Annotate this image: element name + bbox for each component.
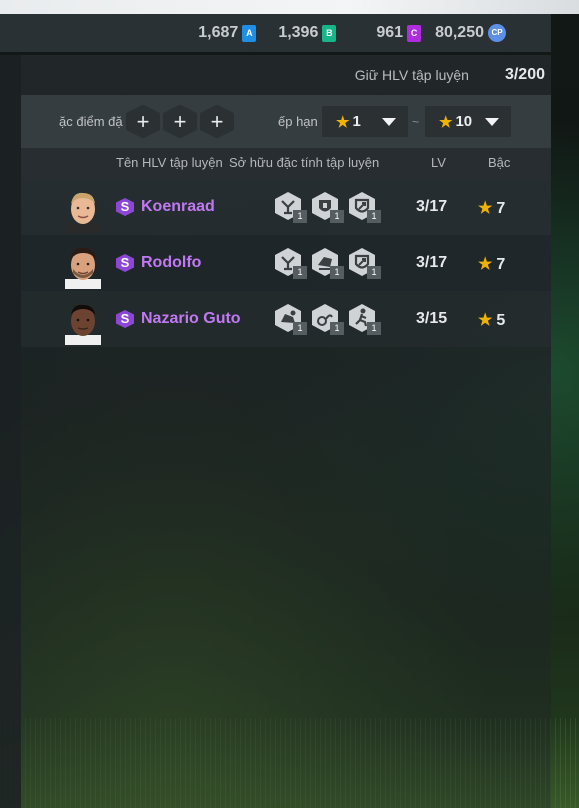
shield-lock-icon[interactable]: 1 [310, 191, 344, 223]
top-background [0, 0, 579, 14]
trait-level: 1 [330, 266, 344, 279]
runner-icon[interactable]: 1 [347, 303, 381, 335]
grade-s-badge: S [116, 198, 134, 216]
star-icon: ★ [336, 113, 350, 131]
coach-portrait [65, 304, 101, 345]
currency-b-value: 1,396 [278, 24, 319, 41]
grade-s-badge: S [116, 310, 134, 328]
star-icon: ★ [478, 200, 493, 217]
coach-level: 3/15 [416, 310, 448, 327]
column-rank-header[interactable]: Bậc [488, 155, 510, 170]
trait-level: 1 [367, 210, 381, 223]
whistle-coach-icon[interactable]: 1 [273, 191, 307, 223]
whistle-coach-icon[interactable]: 1 [273, 247, 307, 279]
shield-arrow-icon[interactable]: 1 [347, 247, 381, 279]
filter-bar: ặc điểm đặc + + + ếp hạng ★ 1 ~ ★ 10 [21, 95, 551, 148]
trait-filter-label: ặc điểm đặc [59, 114, 123, 129]
coach-rank-value: 5 [496, 312, 506, 329]
column-name-header[interactable]: Tên HLV tập luyện [116, 155, 223, 170]
column-lv-header[interactable]: LV [431, 155, 446, 170]
caret-down-icon [485, 118, 500, 126]
add-trait-filter-button-3[interactable]: + [200, 104, 234, 139]
star-icon: ★ [478, 312, 493, 329]
trait-level: 1 [367, 322, 381, 335]
rank-max-select[interactable]: ★ 10 [425, 106, 512, 137]
coach-portrait [65, 247, 101, 289]
currency-cp: 80,250 CP [435, 24, 506, 42]
table-row[interactable]: S Rodolfo 1 1 1 3/17 ★ 7 [21, 235, 551, 291]
currency-c-icon: C [407, 24, 422, 42]
trait-level: 1 [293, 322, 307, 335]
rank-max-value: 10 [455, 113, 473, 130]
coach-rank: ★ 5 [478, 310, 505, 330]
currency-a: 1,687 A [198, 24, 257, 42]
currency-a-value: 1,687 [198, 24, 239, 41]
coach-rank: ★ 7 [478, 198, 505, 218]
coach-name: Rodolfo [141, 254, 202, 271]
coach-capacity-label: Giữ HLV tập luyện [354, 67, 469, 83]
table-header: Tên HLV tập luyện Sở hữu đặc tính tập lu… [21, 148, 551, 179]
add-trait-filter-button-1[interactable]: + [126, 104, 160, 139]
table-row[interactable]: S Nazario Guto 1 1 1 3/15 ★ 5 [21, 291, 551, 347]
coach-capacity-value: 3/200 [504, 66, 545, 83]
coach-capacity-row: Giữ HLV tập luyện 3/200 [21, 55, 551, 95]
trait-level: 1 [293, 266, 307, 279]
boot-kick-icon[interactable]: 1 [273, 303, 307, 335]
dribble-icon[interactable]: 1 [310, 303, 344, 335]
coach-level: 3/17 [416, 254, 448, 271]
coach-portrait [65, 192, 101, 233]
coach-name: Koenraad [141, 198, 215, 215]
left-side-panel [0, 55, 21, 808]
caret-down-icon [382, 118, 396, 126]
coach-rank-value: 7 [496, 256, 506, 273]
currency-c: 961 C [376, 24, 422, 42]
trait-level: 1 [293, 210, 307, 223]
trait-list: 1 1 1 [273, 303, 384, 335]
rank-min-select[interactable]: ★ 1 [322, 106, 408, 137]
currency-a-icon: A [242, 24, 257, 42]
currency-c-value: 961 [376, 24, 404, 41]
shield-arrow-icon[interactable]: 1 [347, 191, 381, 223]
cp-coin-icon: CP [488, 24, 506, 42]
trait-level: 1 [330, 322, 344, 335]
rank-min-value: 1 [352, 113, 361, 130]
grade-s-badge: S [116, 254, 134, 272]
currency-b: 1,396 B [278, 24, 337, 42]
coach-level: 3/17 [416, 198, 448, 215]
rank-filter-label: ếp hạng [278, 114, 318, 129]
coach-rank: ★ 7 [478, 254, 505, 274]
coach-rank-value: 7 [496, 200, 506, 217]
table-row[interactable]: S Koenraad 1 1 1 3/17 ★ 7 [21, 179, 551, 235]
star-icon: ★ [439, 113, 453, 131]
column-traits-header: Sở hữu đặc tính tập luyện [229, 155, 380, 170]
trait-list: 1 1 1 [273, 191, 384, 223]
trait-level: 1 [330, 210, 344, 223]
currency-bar: 1,687 A 1,396 B 961 C 80,250 CP [0, 14, 551, 52]
currency-cp-value: 80,250 [435, 24, 484, 41]
coach-name: Nazario Guto [141, 310, 241, 327]
boot-tackle-icon[interactable]: 1 [310, 247, 344, 279]
currency-b-icon: B [322, 24, 337, 42]
add-trait-filter-button-2[interactable]: + [163, 104, 197, 139]
star-icon: ★ [478, 256, 493, 273]
trait-level: 1 [367, 266, 381, 279]
range-separator: ~ [412, 114, 420, 129]
trait-list: 1 1 1 [273, 247, 384, 279]
